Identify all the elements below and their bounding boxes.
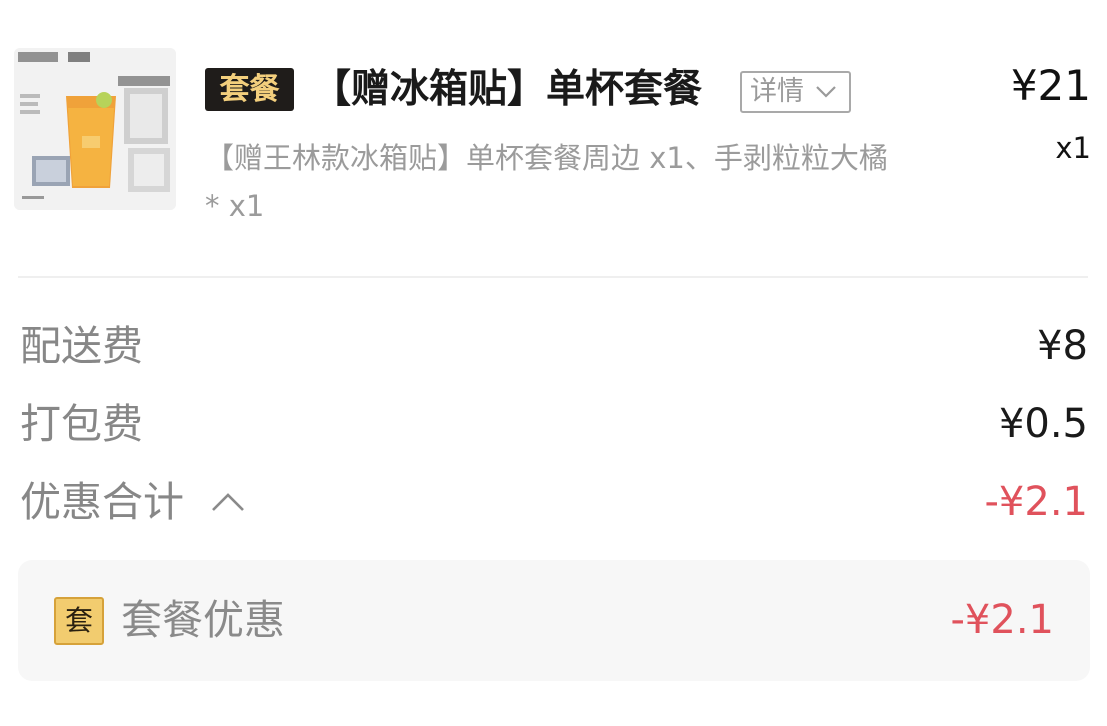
discount-details-panel: 套 套餐优惠 -¥2.1	[18, 560, 1090, 681]
product-name[interactable]: 【赠冰箱贴】单杯套餐	[312, 62, 702, 118]
combo-discount-label: 套餐优惠	[121, 596, 285, 644]
product-image-graphic	[14, 48, 176, 210]
delivery-fee-row: 配送费 ¥8	[18, 316, 1090, 376]
combo-discount-badge: 套	[54, 597, 104, 645]
combo-tag: 套餐	[205, 68, 294, 111]
order-item-row[interactable]: 套餐 【赠冰箱贴】单杯套餐 详情 【赠王林款冰箱贴】单杯套餐周边 x1、手剥粒粒…	[0, 0, 1107, 278]
combo-discount-value: -¥2.1	[950, 597, 1055, 643]
delivery-fee-value: ¥8	[1037, 323, 1088, 369]
product-image[interactable]	[14, 48, 176, 210]
product-quantity: x1	[1055, 131, 1091, 165]
discount-total-toggle[interactable]: 优惠合计	[20, 472, 245, 532]
chevron-up-icon	[212, 493, 244, 511]
packaging-fee-label: 打包费	[20, 400, 143, 448]
discount-total-label: 优惠合计	[20, 478, 184, 526]
divider	[18, 276, 1088, 278]
discount-total-value: -¥2.1	[984, 479, 1089, 525]
product-price: ¥21	[1010, 61, 1091, 110]
packaging-fee-row: 打包费 ¥0.5	[18, 394, 1090, 454]
delivery-fee-label: 配送费	[20, 322, 143, 370]
chevron-down-icon	[816, 86, 836, 98]
detail-button[interactable]: 详情	[740, 71, 851, 113]
discount-total-row[interactable]: 优惠合计 -¥2.1	[18, 472, 1090, 532]
product-description: 【赠王林款冰箱贴】单杯套餐周边 x1、手剥粒粒大橘* x1	[205, 141, 888, 223]
packaging-fee-value: ¥0.5	[998, 401, 1088, 447]
detail-button-label: 详情	[750, 76, 804, 107]
